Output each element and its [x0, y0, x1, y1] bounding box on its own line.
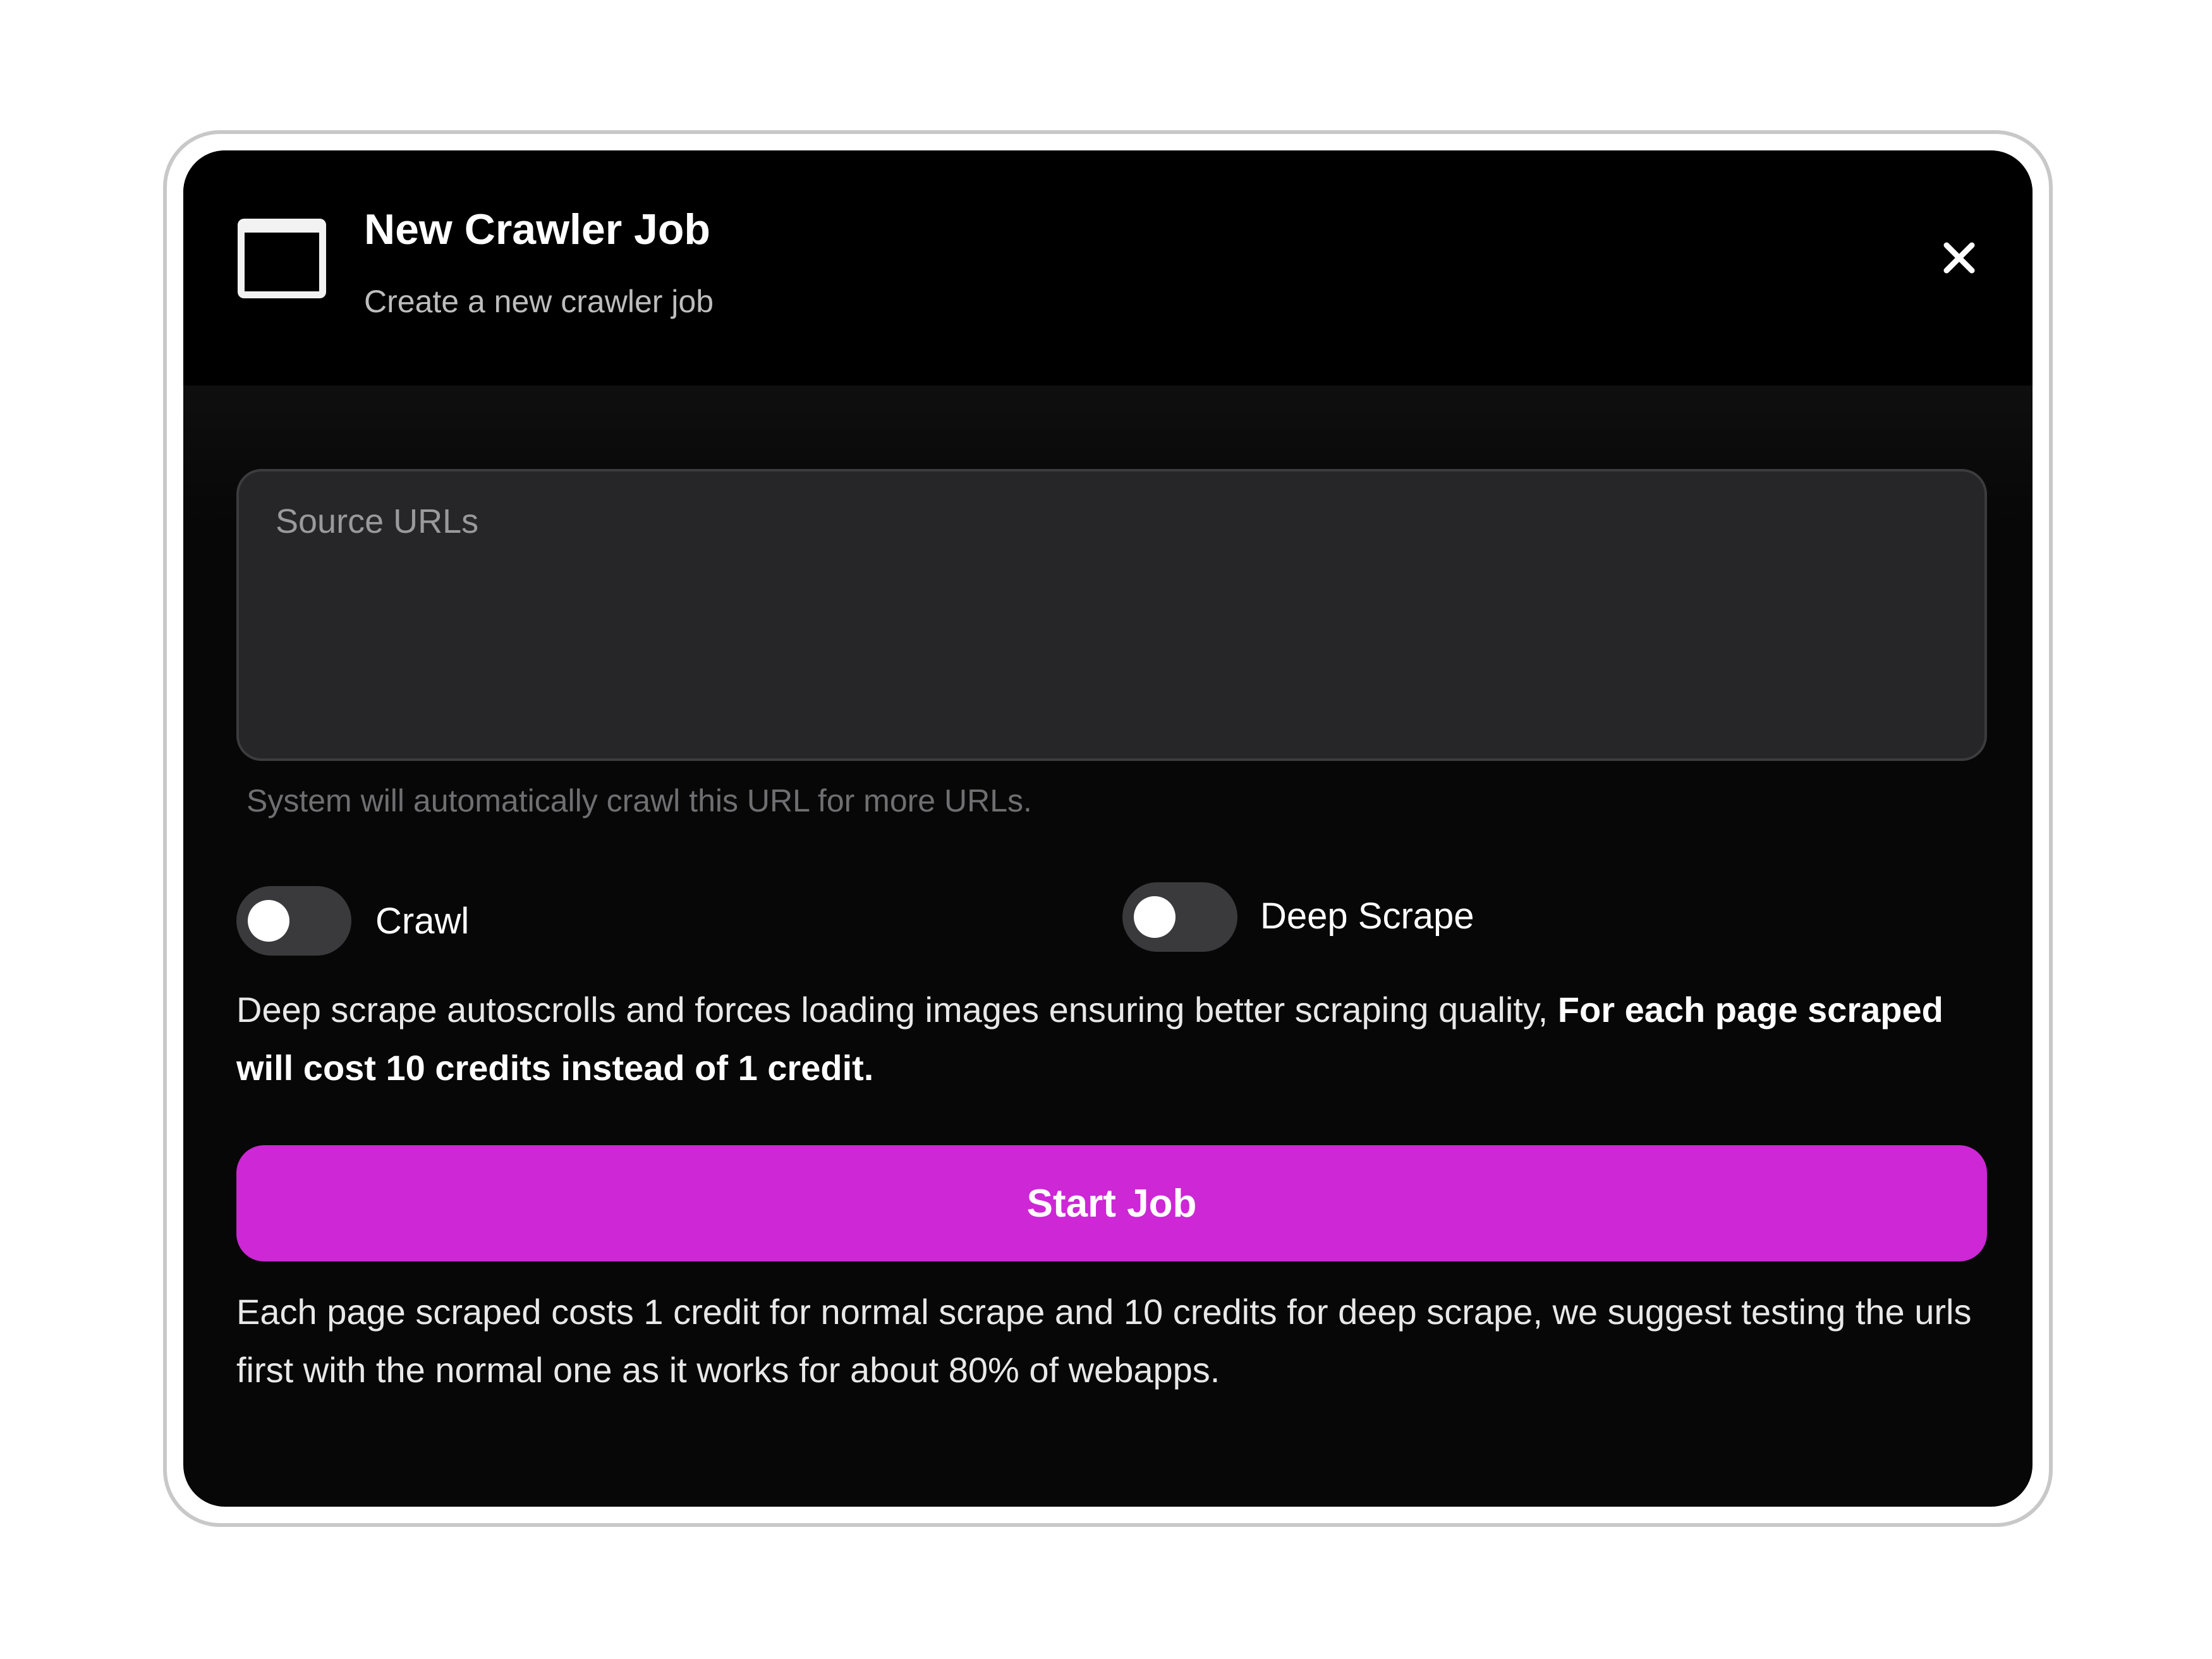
close-icon	[1943, 242, 1975, 274]
deep-scrape-toggle[interactable]	[1122, 882, 1237, 952]
new-crawler-job-dialog: New Crawler Job Create a new crawler job…	[183, 150, 2033, 1507]
crawl-toggle[interactable]	[236, 886, 351, 956]
source-urls-input[interactable]	[236, 469, 1987, 761]
toggle-knob	[1134, 896, 1176, 938]
close-button[interactable]	[1926, 225, 1992, 291]
source-urls-helper-text: System will automatically crawl this URL…	[246, 783, 1032, 818]
deep-scrape-toggle-label: Deep Scrape	[1260, 896, 1474, 937]
deep-scrape-note-text: Deep scrape autoscrolls and forces loadi…	[236, 990, 1558, 1030]
dialog-header	[183, 150, 2033, 386]
deep-scrape-note: Deep scrape autoscrolls and forces loadi…	[236, 981, 1993, 1097]
dialog-title: New Crawler Job	[364, 205, 710, 253]
toggle-knob	[248, 900, 289, 942]
crawl-toggle-label: Crawl	[375, 901, 470, 942]
window-icon	[238, 219, 326, 298]
dialog-subtitle: Create a new crawler job	[364, 284, 714, 319]
start-job-button[interactable]: Start Job	[236, 1145, 1987, 1261]
credit-cost-note: Each page scraped costs 1 credit for nor…	[236, 1292, 1972, 1390]
